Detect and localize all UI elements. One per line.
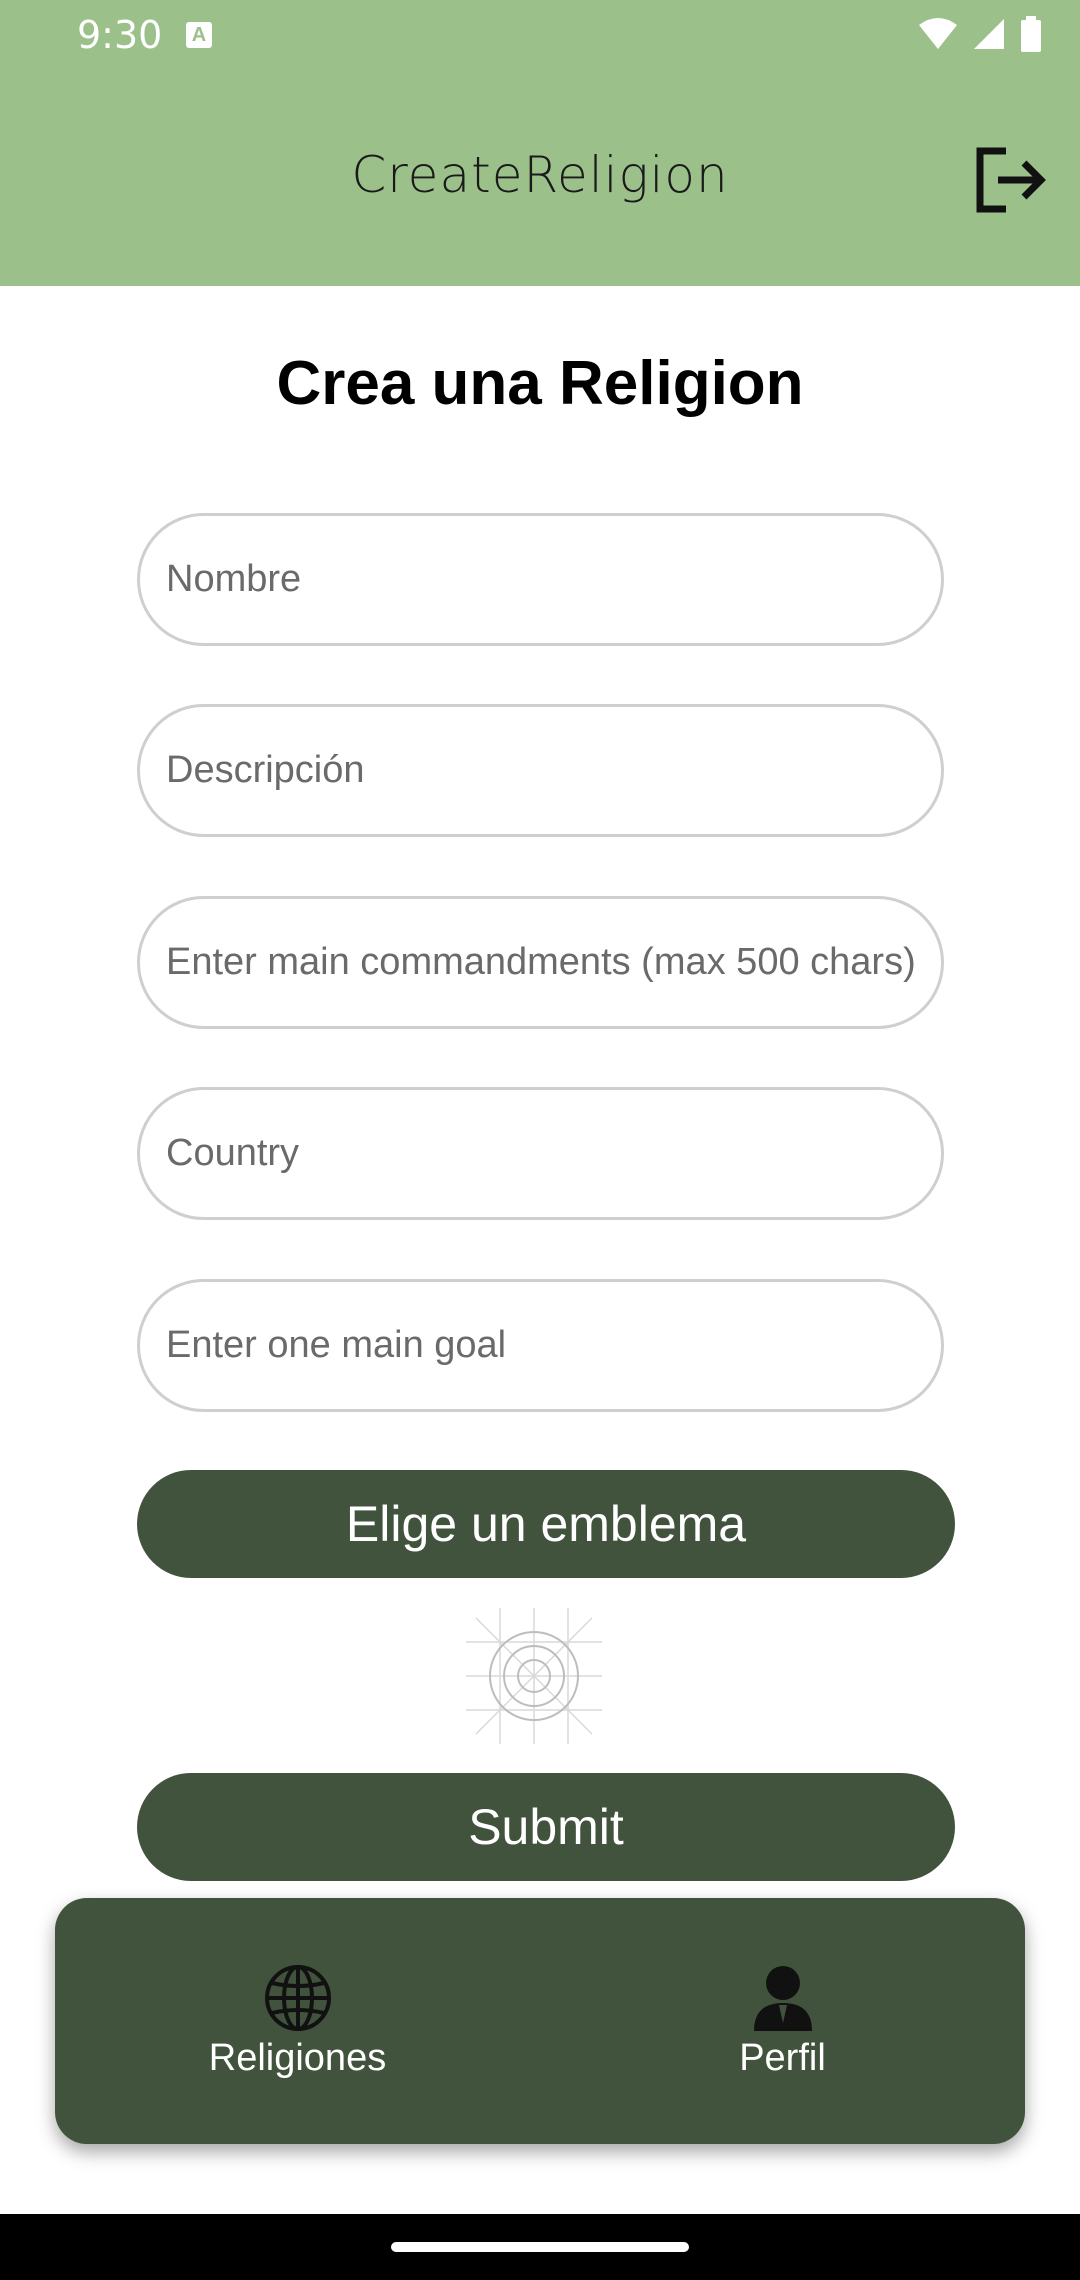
country-field[interactable] xyxy=(137,1087,944,1220)
descripcion-input[interactable] xyxy=(166,749,931,792)
commandments-input[interactable] xyxy=(166,941,931,984)
goal-field[interactable] xyxy=(137,1279,944,1412)
nav-item-perfil[interactable]: Perfil xyxy=(540,1898,1025,2144)
system-navigation-bar xyxy=(0,2214,1080,2280)
choose-emblem-button[interactable]: Elige un emblema xyxy=(137,1470,955,1578)
status-bar: 9:30 A xyxy=(0,0,1080,70)
home-indicator[interactable] xyxy=(391,2242,689,2252)
app-bar: CreateReligion xyxy=(0,70,1080,286)
nav-label-religiones: Religiones xyxy=(208,2036,387,2079)
status-time: 9:30 xyxy=(77,13,163,57)
person-icon xyxy=(753,1965,812,2031)
commandments-field[interactable] xyxy=(137,896,944,1029)
descripcion-field[interactable] xyxy=(137,704,944,837)
signal-icon xyxy=(974,19,1004,49)
nav-label-perfil: Perfil xyxy=(739,2036,826,2079)
app-title: CreateReligion xyxy=(351,146,729,204)
nav-item-religiones[interactable]: Religiones xyxy=(55,1898,540,2144)
globe-icon xyxy=(264,1964,331,2031)
wifi-icon xyxy=(919,18,957,49)
goal-input[interactable] xyxy=(166,1324,931,1367)
country-input[interactable] xyxy=(166,1132,931,1175)
bottom-navigation: Religiones Perfil xyxy=(55,1898,1025,2144)
logout-button[interactable] xyxy=(970,140,1050,220)
page-title: Crea una Religion xyxy=(276,349,804,418)
create-religion-screen: 9:30 A CreateReligion Crea una Religion … xyxy=(0,0,1080,2280)
battery-icon xyxy=(1021,16,1041,52)
nombre-field[interactable] xyxy=(137,513,944,646)
accessibility-a-icon: A xyxy=(186,22,212,48)
emblem-placeholder-icon[interactable] xyxy=(466,1608,602,1744)
logout-icon xyxy=(976,147,1046,213)
nombre-input[interactable] xyxy=(166,558,931,601)
status-icons xyxy=(918,16,1042,52)
submit-button[interactable]: Submit xyxy=(137,1773,955,1881)
